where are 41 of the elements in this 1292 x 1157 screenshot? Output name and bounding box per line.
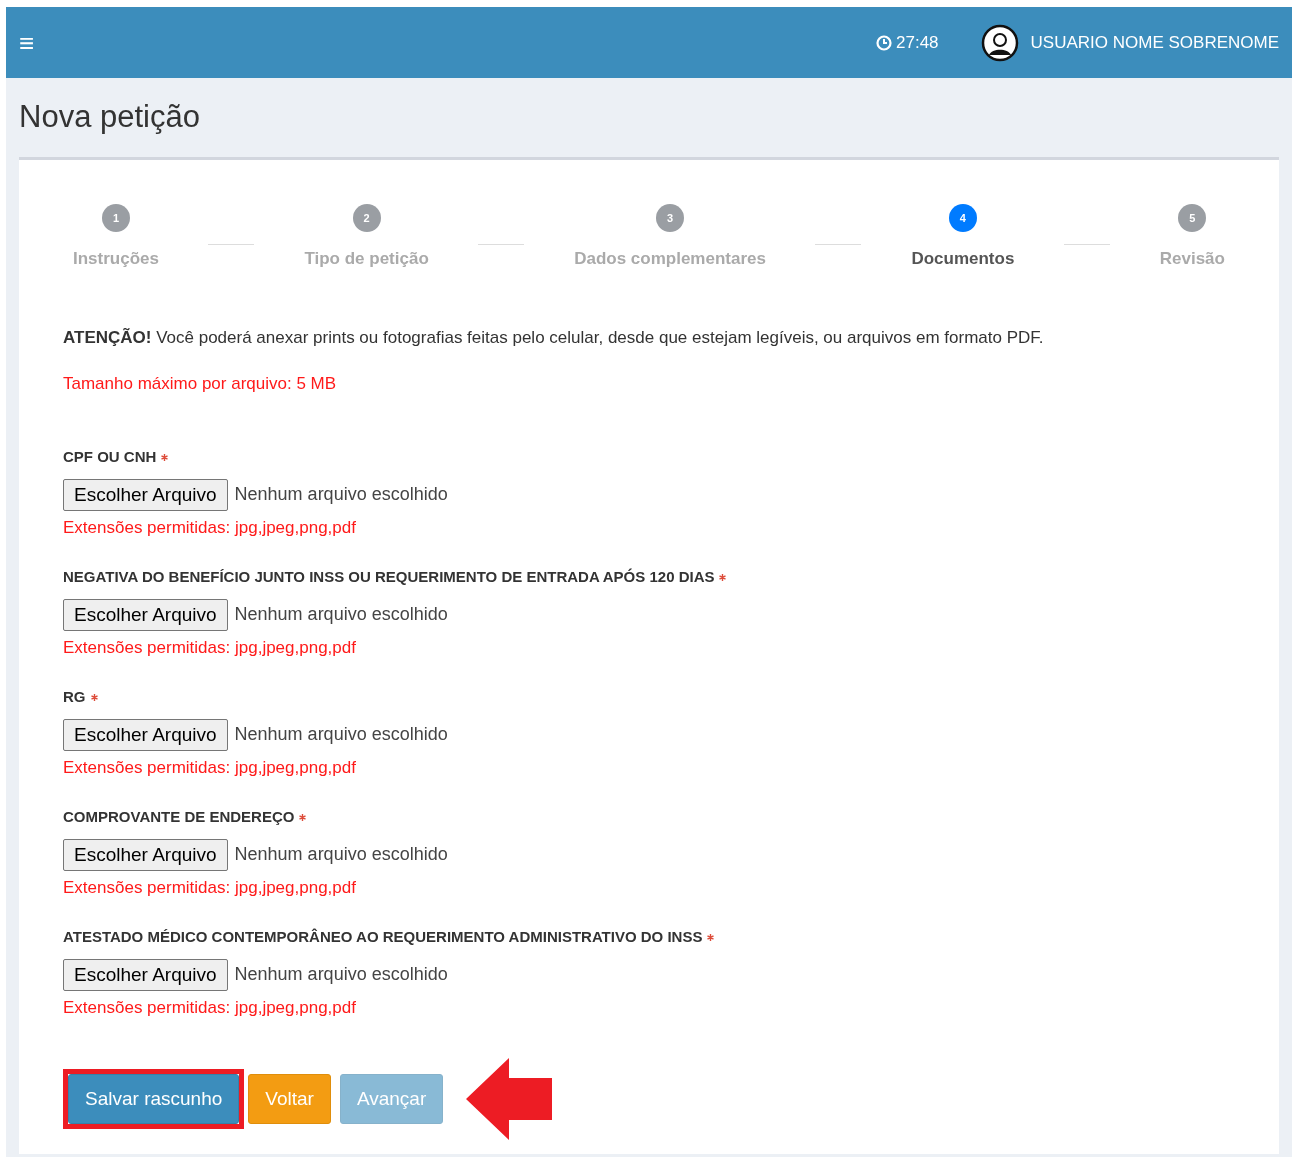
step-number-badge[interactable]: 3 xyxy=(656,203,685,232)
menu-icon[interactable]: ≡ xyxy=(19,29,35,56)
user-name[interactable]: USUARIO NOME SOBRENOME xyxy=(1030,29,1279,56)
step-number-badge[interactable]: 5 xyxy=(1178,203,1207,232)
field-label: RG xyxy=(63,687,86,708)
page-title: Nova petição xyxy=(19,98,201,136)
file-choose-button[interactable]: Escolher Arquivo xyxy=(63,838,228,871)
field-label: COMPROVANTE DE ENDEREÇO xyxy=(63,807,295,828)
extensions-hint: Extensões permitidas: jpg,jpeg,png,pdf xyxy=(63,876,357,899)
extensions-hint: Extensões permitidas: jpg,jpeg,png,pdf xyxy=(63,996,357,1019)
step-label[interactable]: Dados complementares xyxy=(574,245,766,272)
step-label[interactable]: Instruções xyxy=(73,245,159,272)
extensions-hint: Extensões permitidas: jpg,jpeg,png,pdf xyxy=(63,756,357,779)
file-choose-button[interactable]: Escolher Arquivo xyxy=(63,718,228,751)
field-label: CPF OU CNH xyxy=(63,447,157,468)
extensions-hint: Extensões permitidas: jpg,jpeg,png,pdf xyxy=(63,516,357,539)
extensions-hint: Extensões permitidas: jpg,jpeg,png,pdf xyxy=(63,636,357,659)
step-number-badge[interactable]: 2 xyxy=(352,203,381,232)
step-label[interactable]: Documentos xyxy=(911,245,1015,272)
session-timer: 27:48 xyxy=(896,31,939,54)
attention-notice: ATENÇÃO! Você poderá anexar prints ou fotografias feitas pelo celular, desde que estejam legíveis, ou arquivos em formato PDF. xyxy=(63,327,1045,350)
file-choose-button[interactable]: Escolher Arquivo xyxy=(63,958,228,991)
file-status: Nenhum arquivo escolhido xyxy=(234,843,448,867)
file-status: Nenhum arquivo escolhido xyxy=(234,483,448,507)
file-status: Nenhum arquivo escolhido xyxy=(234,963,448,987)
pointer-arrow-icon xyxy=(466,1058,553,1141)
action-button[interactable]: Voltar xyxy=(248,1074,331,1125)
step-label[interactable]: Revisão xyxy=(1159,245,1225,272)
step-number-badge[interactable]: 1 xyxy=(102,203,130,232)
file-choose-button[interactable]: Escolher Arquivo xyxy=(63,598,228,631)
action-button[interactable]: Salvar rascunho xyxy=(68,1074,240,1125)
step-number-badge[interactable]: 4 xyxy=(948,203,977,232)
avatar-icon xyxy=(980,23,1019,62)
field-label: ATESTADO MÉDICO CONTEMPORÂNEO AO REQUERIMENTO ADMINISTRATIVO DO INSS xyxy=(63,927,703,948)
file-status: Nenhum arquivo escolhido xyxy=(234,723,448,747)
file-choose-button[interactable]: Escolher Arquivo xyxy=(63,478,228,511)
max-size-note: Tamanho máximo por arquivo: 5 MB xyxy=(63,372,338,395)
field-label: NEGATIVA DO BENEFÍCIO JUNTO INSS OU REQUERIMENTO DE ENTRADA APÓS 120 DIAS xyxy=(63,567,715,588)
clock-icon xyxy=(876,34,893,51)
step-label[interactable]: Tipo de petição xyxy=(304,245,429,272)
file-status: Nenhum arquivo escolhido xyxy=(234,603,448,627)
